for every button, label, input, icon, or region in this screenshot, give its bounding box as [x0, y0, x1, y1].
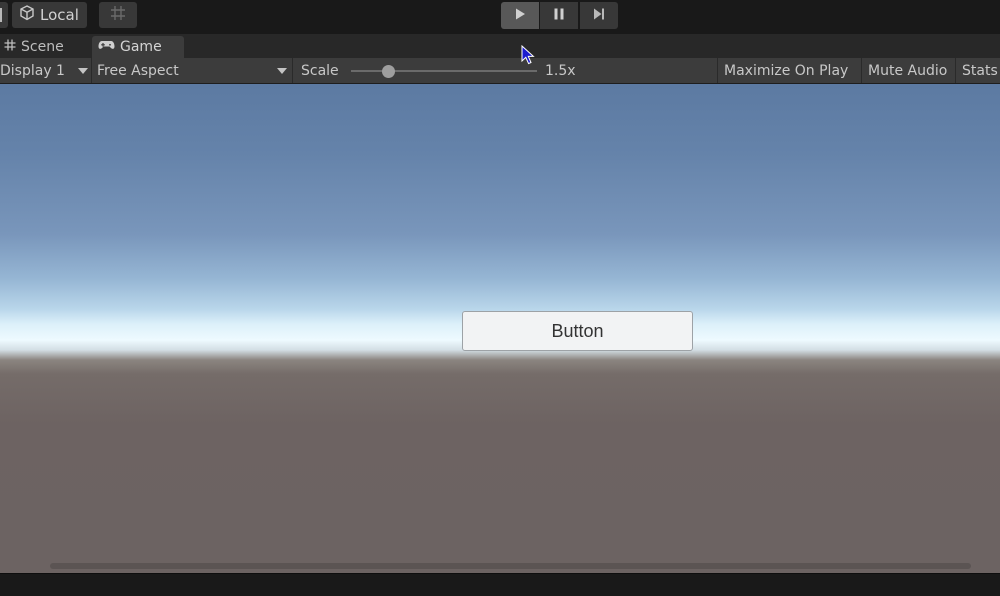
tab-game[interactable]: Game — [92, 36, 184, 58]
grid-snap-toggle[interactable] — [99, 2, 137, 28]
display-dropdown-value: Display 1 — [0, 62, 65, 79]
handle-rotation-toggle[interactable]: Local — [12, 2, 87, 28]
game-view-toolbar: Display 1 Free Aspect Scale 1.5x Maximiz… — [0, 58, 1000, 84]
game-ui-button[interactable]: Button — [462, 311, 693, 351]
pivot-toggle-icon — [0, 8, 2, 22]
tab-game-label: Game — [120, 39, 162, 55]
hash-grid-icon — [4, 39, 16, 55]
scale-slider-handle[interactable] — [381, 65, 395, 78]
scale-slider-track[interactable] — [351, 70, 537, 72]
stats-toggle[interactable]: Stats — [955, 58, 1000, 83]
pivot-toggle[interactable] — [0, 2, 8, 28]
handle-rotation-label: Local — [40, 6, 79, 24]
chevron-down-icon — [277, 68, 287, 74]
aspect-dropdown-value: Free Aspect — [97, 62, 179, 79]
cube-icon — [18, 4, 36, 26]
pause-icon — [552, 7, 566, 25]
tab-scene[interactable]: Scene — [0, 36, 90, 58]
play-icon — [513, 7, 527, 25]
chevron-down-icon — [78, 68, 88, 74]
gamepad-icon — [98, 39, 115, 55]
mouse-cursor-icon — [521, 45, 535, 65]
step-icon — [592, 7, 606, 25]
play-button[interactable] — [501, 2, 539, 29]
horizontal-scrollbar[interactable] — [50, 563, 971, 569]
maximize-on-play-toggle[interactable]: Maximize On Play — [717, 58, 861, 83]
aspect-dropdown[interactable]: Free Aspect — [93, 58, 293, 83]
mute-audio-toggle[interactable]: Mute Audio — [861, 58, 955, 83]
pause-button[interactable] — [540, 2, 578, 29]
scale-label: Scale — [301, 62, 339, 79]
grid-snap-icon — [109, 4, 127, 26]
game-viewport[interactable]: Button — [0, 84, 1000, 573]
view-tab-bar: Scene Game — [0, 34, 1000, 58]
tab-scene-label: Scene — [21, 39, 64, 55]
step-button[interactable] — [580, 2, 618, 29]
display-dropdown[interactable]: Display 1 — [0, 58, 92, 83]
main-toolbar: Local — [0, 0, 1000, 34]
scale-value: 1.5x — [545, 62, 576, 79]
status-bar — [0, 573, 1000, 596]
